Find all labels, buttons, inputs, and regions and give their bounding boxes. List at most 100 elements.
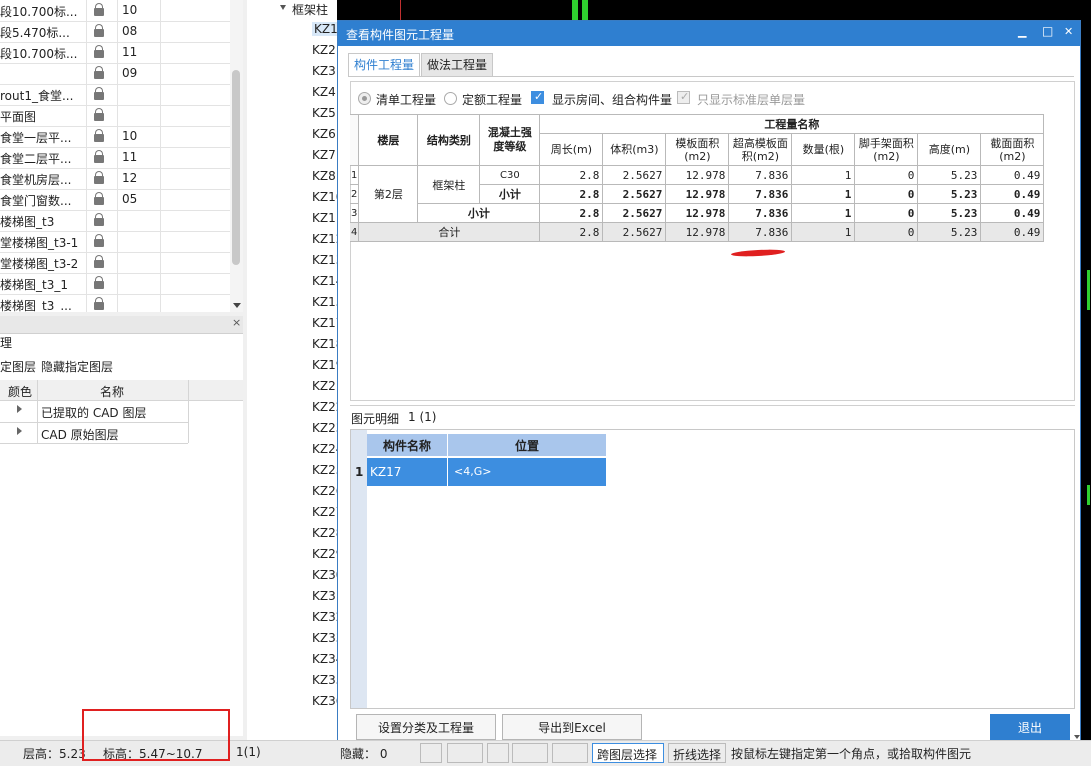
lock-icon[interactable]: [93, 66, 105, 79]
std-only-checkbox[interactable]: ✓: [677, 90, 690, 104]
tree-item[interactable]: KZ29: [312, 547, 337, 561]
drawing-row[interactable]: 段10.700标... 10: [0, 0, 232, 22]
tree-item[interactable]: KZ3: [312, 64, 336, 78]
ortho-icon[interactable]: [420, 743, 442, 763]
drawing-list-scrollbar[interactable]: [230, 0, 243, 312]
layer-row[interactable]: CAD 原始图层: [0, 423, 188, 444]
lock-icon[interactable]: [93, 129, 105, 142]
drawing-row[interactable]: 食堂机房层... 12: [0, 168, 232, 190]
drawing-row[interactable]: 楼梯图_t3_...: [0, 294, 232, 312]
drawing-canvas[interactable]: [337, 0, 1091, 20]
dialog-titlebar[interactable]: 查看构件图元工程量 ▁ □ ✕: [338, 21, 1080, 46]
lock-icon[interactable]: [93, 87, 105, 100]
lock-icon[interactable]: [93, 108, 105, 121]
tree-item[interactable]: KZ32: [312, 610, 337, 624]
drawing-row[interactable]: 堂楼梯图_t3-2: [0, 252, 232, 274]
tree-item[interactable]: KZ19: [312, 358, 337, 372]
drawing-row[interactable]: 楼梯图_t3: [0, 210, 232, 232]
table-row[interactable]: 1 第2层 框架柱 C30 2.8 2.5627 12.978 7.836 1 0 5.23 0.49: [350, 165, 1045, 223]
cross-layer-select-button[interactable]: 跨图层选择: [592, 743, 664, 763]
tree-item[interactable]: KZ31: [312, 589, 337, 603]
tree-item[interactable]: KZ14: [312, 274, 337, 288]
tree-item[interactable]: KZ8: [312, 169, 336, 183]
drawing-row[interactable]: 平面图: [0, 105, 232, 127]
lock-icon[interactable]: [93, 234, 105, 247]
lock-icon[interactable]: [93, 297, 105, 310]
tree-parent-node[interactable]: 框架柱: [292, 1, 328, 18]
drawing-row[interactable]: 堂楼梯图_t3-1: [0, 231, 232, 253]
snap-icon[interactable]: [447, 743, 483, 763]
drawing-row[interactable]: 楼梯图_t3_1: [0, 273, 232, 295]
minimize-icon[interactable]: ▁: [1018, 25, 1026, 38]
lock-icon[interactable]: [93, 24, 105, 37]
tree-item[interactable]: KZ2: [312, 43, 336, 57]
scroll-down-icon[interactable]: [233, 303, 241, 308]
lock-icon[interactable]: [93, 276, 105, 289]
tree-item[interactable]: KZ11: [312, 211, 337, 225]
panel-close-icon[interactable]: ×: [232, 316, 241, 329]
tree-item[interactable]: KZ26: [312, 484, 337, 498]
drawing-row[interactable]: rout1_食堂...: [0, 84, 232, 106]
tree-item[interactable]: KZ21: [312, 379, 337, 393]
angle-icon[interactable]: [512, 743, 548, 763]
show-layer-button[interactable]: 定图层: [0, 358, 36, 375]
lock-icon[interactable]: [93, 3, 105, 16]
tree-item[interactable]: KZ1: [312, 22, 337, 36]
drawing-row[interactable]: 食堂二层平... 11: [0, 147, 232, 169]
scrollbar-thumb[interactable]: [232, 70, 240, 265]
tree-item[interactable]: KZ33: [312, 631, 337, 645]
drawing-row[interactable]: 09: [0, 63, 232, 85]
hide-layer-button[interactable]: 隐藏指定图层: [41, 358, 113, 375]
tab-component-qty[interactable]: 构件工程量: [348, 53, 421, 76]
tree-item[interactable]: KZ25: [312, 463, 337, 477]
expand-icon[interactable]: [17, 405, 22, 413]
tree-item[interactable]: KZ5: [312, 106, 336, 120]
lock-icon[interactable]: [93, 192, 105, 205]
tree-item[interactable]: KZ17: [312, 316, 337, 330]
drawing-row[interactable]: 食堂门窗数... 05: [0, 189, 232, 211]
collapse-icon[interactable]: [280, 5, 286, 10]
tree-item[interactable]: KZ15: [312, 295, 337, 309]
drawing-row[interactable]: 食堂一层平... 10: [0, 126, 232, 148]
detail-row[interactable]: 1 KZ17 <4,G>: [351, 458, 606, 486]
tree-item[interactable]: KZ24: [312, 442, 337, 456]
offset-icon[interactable]: [552, 743, 588, 763]
tree-item[interactable]: KZ6: [312, 127, 336, 141]
tree-item[interactable]: KZ22: [312, 400, 337, 414]
tree-item[interactable]: KZ10: [312, 190, 337, 204]
tree-item[interactable]: KZ34: [312, 652, 337, 666]
radio-qd[interactable]: [358, 92, 371, 105]
tree-item[interactable]: KZ30: [312, 568, 337, 582]
resize-grip-icon[interactable]: [1074, 735, 1080, 739]
tree-item[interactable]: KZ27: [312, 505, 337, 519]
drawing-row[interactable]: 段5.470标... 08: [0, 21, 232, 43]
table-row[interactable]: 3 小计 2.8 2.5627 12.978 7.836 1 0 5.23 0.49: [350, 203, 1045, 223]
setup-classification-button[interactable]: 设置分类及工程量: [356, 714, 496, 740]
exit-button[interactable]: 退出: [990, 714, 1070, 740]
tree-item[interactable]: KZ13: [312, 253, 337, 267]
tree-item[interactable]: KZ7: [312, 148, 336, 162]
cross-icon[interactable]: [487, 743, 509, 763]
tab-method-qty[interactable]: 做法工程量: [421, 53, 494, 76]
tree-item[interactable]: KZ12: [312, 232, 337, 246]
table-row[interactable]: 4 合计 2.8 2.5627 12.978 7.836 1 0 5.23 0.49: [350, 222, 1045, 242]
layer-row[interactable]: 已提取的 CAD 图层: [0, 401, 188, 423]
lock-icon[interactable]: [93, 45, 105, 58]
tree-item[interactable]: KZ23: [312, 421, 337, 435]
polyline-select-button[interactable]: 折线选择: [668, 743, 726, 763]
drawing-row[interactable]: 段10.700标... 11: [0, 42, 232, 64]
lock-icon[interactable]: [93, 255, 105, 268]
lock-icon[interactable]: [93, 213, 105, 226]
tree-item[interactable]: KZ36: [312, 694, 337, 708]
maximize-icon[interactable]: □: [1042, 24, 1053, 38]
export-excel-button[interactable]: 导出到Excel: [502, 714, 642, 740]
lock-icon[interactable]: [93, 171, 105, 184]
expand-icon[interactable]: [17, 427, 22, 435]
tree-item[interactable]: KZ35: [312, 673, 337, 687]
lock-icon[interactable]: [93, 150, 105, 163]
radio-de[interactable]: [444, 92, 457, 105]
close-icon[interactable]: ✕: [1064, 25, 1073, 38]
show-room-checkbox[interactable]: ✓: [531, 90, 544, 104]
tree-item[interactable]: KZ18: [312, 337, 337, 351]
tree-item[interactable]: KZ28: [312, 526, 337, 540]
